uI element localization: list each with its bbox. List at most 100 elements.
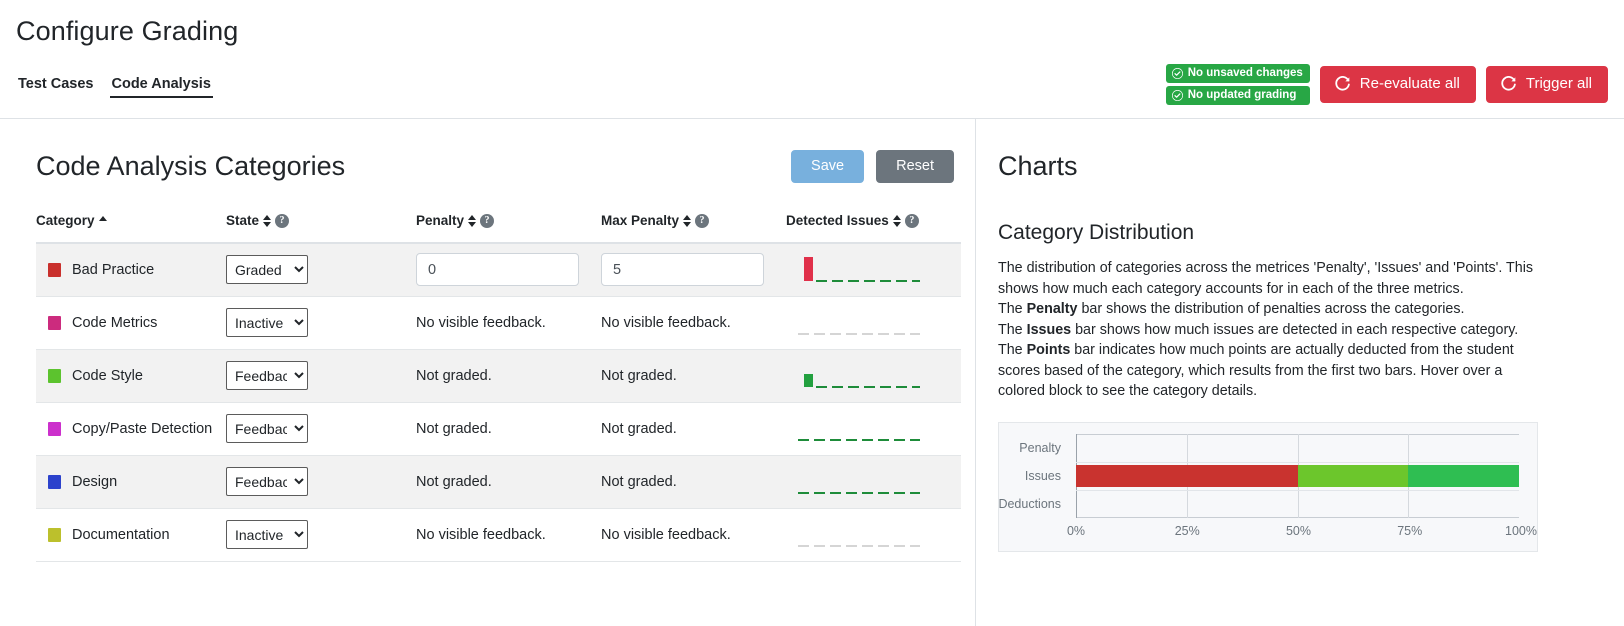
- category-distribution-description: The distribution of categories across th…: [998, 258, 1543, 402]
- penalty-input[interactable]: [416, 253, 579, 286]
- state-select[interactable]: GradedFeedbackInactive: [226, 361, 308, 390]
- re-evaluate-all-label: Re-evaluate all: [1360, 75, 1460, 93]
- cell-penalty: Not graded.: [416, 455, 601, 508]
- chart-x-label: 75%: [1397, 524, 1422, 538]
- chart-plot-area: [1076, 434, 1519, 518]
- table-row: Copy/Paste DetectionGradedFeedbackInacti…: [36, 402, 961, 455]
- check-circle-icon: [1172, 90, 1183, 101]
- tab-test-cases[interactable]: Test Cases: [16, 74, 96, 98]
- cell-max-penalty: Not graded.: [601, 455, 786, 508]
- column-header-detected-issues[interactable]: Detected Issues ?: [786, 213, 961, 243]
- description-line-1: The distribution of categories across th…: [998, 258, 1543, 299]
- column-header-state[interactable]: State ?: [226, 213, 416, 243]
- sparkline-baseline: [798, 439, 920, 441]
- category-color-swatch: [48, 369, 61, 383]
- column-header-penalty-label: Penalty: [416, 213, 464, 228]
- categories-actions: Save Reset: [791, 150, 954, 183]
- table-row: Bad Practice GradedFeedbackInactive: [36, 243, 961, 296]
- sort-toggle-icon[interactable]: [893, 215, 901, 227]
- sort-toggle-icon[interactable]: [468, 215, 476, 227]
- cell-detected-issues: [786, 508, 961, 561]
- max-penalty-input[interactable]: [601, 253, 764, 286]
- categories-table-body: Bad PracticeGradedFeedbackInactiveCode M…: [36, 243, 961, 561]
- categories-table-head: Category State ?: [36, 213, 961, 243]
- sparkline-baseline: [798, 492, 920, 494]
- sparkline-baseline: [798, 545, 920, 547]
- categories-header: Code Analysis Categories Save Reset: [36, 149, 959, 183]
- cell-category: Documentation: [36, 508, 226, 561]
- description-line-2: The Penalty bar shows the distribution o…: [998, 299, 1543, 320]
- re-evaluate-all-button[interactable]: Re-evaluate all: [1320, 66, 1476, 103]
- column-header-category-label: Category: [36, 213, 95, 228]
- description-line-4: The Points bar indicates how much points…: [998, 340, 1543, 402]
- cell-state: GradedFeedbackInactive: [226, 243, 416, 296]
- cell-state: GradedFeedbackInactive: [226, 349, 416, 402]
- chart-bar-segment[interactable]: [1408, 465, 1519, 487]
- chart-y-label: Penalty: [1019, 441, 1061, 455]
- help-icon[interactable]: ?: [905, 214, 919, 228]
- configure-grading-page: Configure Grading Test Cases Code Analys…: [0, 0, 1624, 626]
- column-header-penalty[interactable]: Penalty ?: [416, 213, 601, 243]
- column-header-category[interactable]: Category: [36, 213, 226, 243]
- chart-x-label: 0%: [1067, 524, 1085, 538]
- table-row: Code MetricsGradedFeedbackInactiveNo vis…: [36, 296, 961, 349]
- status-badge-updated-grading-label: No updated grading: [1188, 88, 1297, 102]
- cell-state: GradedFeedbackInactive: [226, 455, 416, 508]
- header-actions: No unsaved changes No updated grading: [1166, 64, 1608, 105]
- chart-x-label: 50%: [1286, 524, 1311, 538]
- max-penalty-text: No visible feedback.: [601, 527, 731, 543]
- cell-penalty: No visible feedback.: [416, 296, 601, 349]
- help-icon[interactable]: ?: [480, 214, 494, 228]
- sort-ascending-icon[interactable]: [99, 216, 107, 226]
- tab-code-analysis[interactable]: Code Analysis: [110, 74, 213, 98]
- chart-row-separator: [1076, 490, 1519, 491]
- cell-category: Copy/Paste Detection: [36, 402, 226, 455]
- state-select[interactable]: GradedFeedbackInactive: [226, 255, 308, 284]
- max-penalty-text: Not graded.: [601, 421, 677, 437]
- categories-title: Code Analysis Categories: [36, 149, 345, 183]
- cell-max-penalty: Not graded.: [601, 349, 786, 402]
- table-header-row: Category State ?: [36, 213, 961, 243]
- save-button[interactable]: Save: [791, 150, 864, 183]
- column-header-detected-issues-label: Detected Issues: [786, 213, 889, 228]
- sort-toggle-icon[interactable]: [683, 215, 691, 227]
- column-header-max-penalty[interactable]: Max Penalty ?: [601, 213, 786, 243]
- cell-penalty: Not graded.: [416, 402, 601, 455]
- cell-category: Code Style: [36, 349, 226, 402]
- state-select[interactable]: GradedFeedbackInactive: [226, 308, 308, 337]
- penalty-text: Not graded.: [416, 368, 492, 384]
- sparkline-baseline: [798, 333, 920, 335]
- chart-bar-segment[interactable]: [1076, 465, 1298, 487]
- charts-title: Charts: [998, 149, 1600, 183]
- categories-table: Category State ?: [36, 213, 961, 562]
- cell-max-penalty: [601, 243, 786, 296]
- sparkline-bar: [804, 374, 813, 387]
- help-icon[interactable]: ?: [695, 214, 709, 228]
- detected-issues-sparkline: [798, 513, 920, 557]
- max-penalty-text: Not graded.: [601, 474, 677, 490]
- detected-issues-sparkline: [798, 407, 920, 451]
- cell-max-penalty: Not graded.: [601, 402, 786, 455]
- penalty-text: Not graded.: [416, 421, 492, 437]
- chart-bar-deductions: [1076, 493, 1519, 515]
- help-icon[interactable]: ?: [275, 214, 289, 228]
- categories-panel: Code Analysis Categories Save Reset Cate…: [0, 119, 975, 626]
- sort-toggle-icon[interactable]: [263, 215, 271, 227]
- trigger-all-button[interactable]: Trigger all: [1486, 66, 1608, 103]
- cell-state: GradedFeedbackInactive: [226, 402, 416, 455]
- reset-button[interactable]: Reset: [876, 150, 954, 183]
- table-row: Code StyleGradedFeedbackInactive Not grad…: [36, 349, 961, 402]
- category-name: Bad Practice: [72, 262, 154, 278]
- state-select[interactable]: GradedFeedbackInactive: [226, 467, 308, 496]
- state-select[interactable]: GradedFeedbackInactive: [226, 414, 308, 443]
- penalty-text: No visible feedback.: [416, 527, 546, 543]
- max-penalty-text: No visible feedback.: [601, 315, 731, 331]
- status-badge-updated-grading: No updated grading: [1166, 86, 1310, 105]
- detected-issues-sparkline: [798, 460, 920, 504]
- cell-detected-issues: [786, 296, 961, 349]
- trigger-all-label: Trigger all: [1526, 75, 1592, 93]
- state-select[interactable]: GradedFeedbackInactive: [226, 520, 308, 549]
- chart-bar-segment[interactable]: [1298, 465, 1409, 487]
- status-badge-unsaved-changes-label: No unsaved changes: [1188, 66, 1303, 80]
- refresh-icon: [1500, 76, 1517, 93]
